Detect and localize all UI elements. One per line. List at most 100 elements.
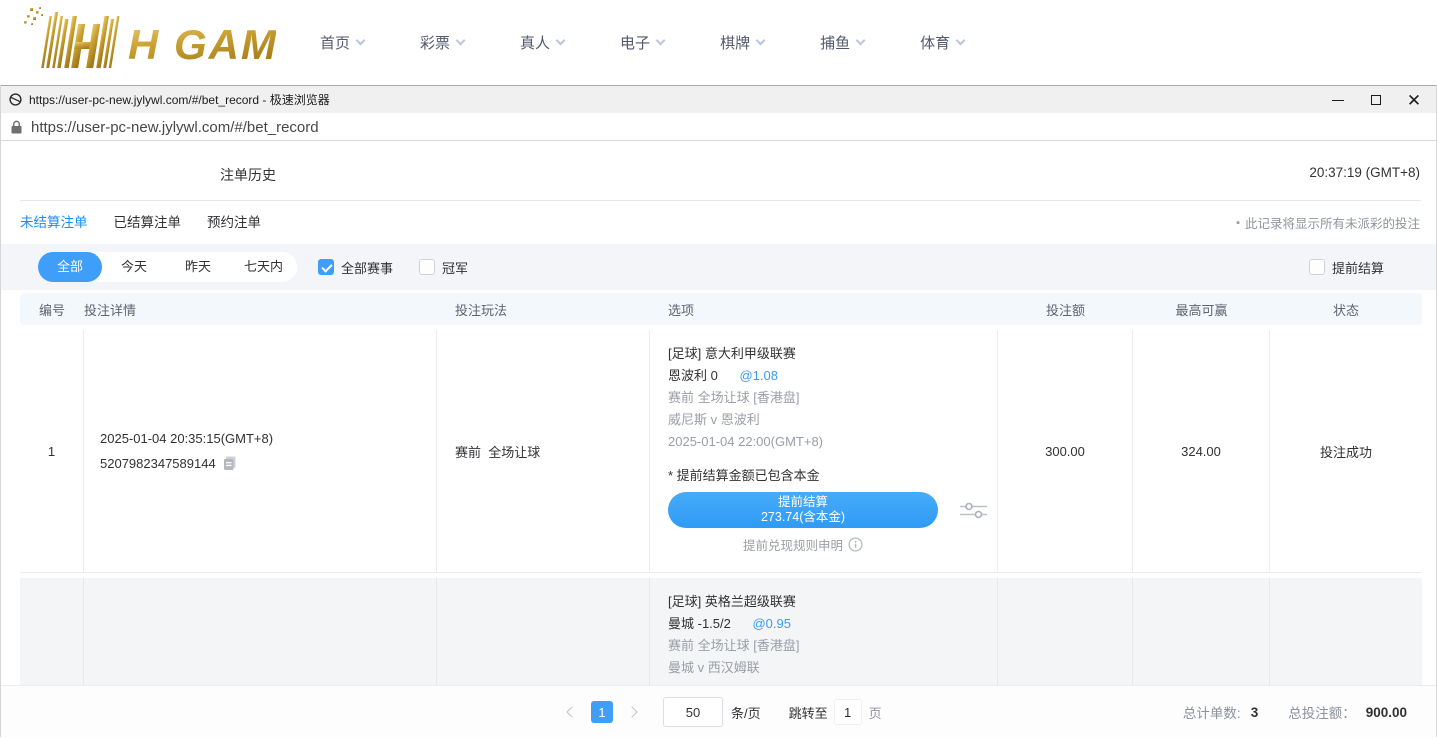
total-count-value: 3 xyxy=(1251,705,1259,720)
window-controls: ✕ xyxy=(1319,86,1433,114)
nav-item-live[interactable]: 真人 xyxy=(520,32,564,53)
nav-item-lottery[interactable]: 彩票 xyxy=(420,32,464,53)
early-settle-filter: 提前结算 xyxy=(1309,244,1384,290)
minimize-icon xyxy=(1332,100,1344,101)
total-amount-value: 900.00 xyxy=(1366,705,1407,720)
cashout-note: * 提前结算金额已包含本金 xyxy=(668,465,997,487)
chevron-down-icon xyxy=(556,35,566,45)
date-filter-seven-days[interactable]: 七天内 xyxy=(230,252,297,282)
minimize-button[interactable] xyxy=(1319,86,1357,114)
info-icon xyxy=(848,537,863,552)
match-teams: 威尼斯 v 恩波利 xyxy=(668,409,997,431)
jump-to-label: 跳转至 xyxy=(789,703,828,722)
checkbox-unchecked-icon xyxy=(1309,259,1325,275)
max-win-value: 324.00 xyxy=(1181,444,1221,459)
chevron-down-icon xyxy=(756,35,766,45)
champion-checkbox[interactable]: 冠军 xyxy=(419,258,468,277)
globe-icon xyxy=(9,93,22,106)
maximize-icon xyxy=(1371,95,1381,105)
date-filter-all[interactable]: 全部 xyxy=(38,252,102,282)
status-badge: 投注成功 xyxy=(1320,442,1372,461)
col-header-maxwin: 最高可赢 xyxy=(1133,300,1270,319)
checkbox-label: 全部赛事 xyxy=(341,258,393,277)
cashout-button[interactable]: 提前结算 273.74(含本金) xyxy=(668,492,938,528)
nav-item-chess[interactable]: 棋牌 xyxy=(720,32,764,53)
nav-item-fishing[interactable]: 捕鱼 xyxy=(820,32,864,53)
jump-page-input[interactable] xyxy=(834,699,862,725)
address-url: https://user-pc-new.jylywl.com/#/bet_rec… xyxy=(31,119,319,136)
table-row: 1 2025-01-04 20:35:15(GMT+8) 52079823475… xyxy=(20,330,1422,573)
nav-label: 彩票 xyxy=(420,32,450,53)
checkbox-checked-icon xyxy=(318,259,334,275)
chevron-right-icon xyxy=(626,706,637,717)
date-filter-yesterday[interactable]: 昨天 xyxy=(166,252,230,282)
prev-page-button[interactable] xyxy=(565,701,579,723)
bet-odds: @0.95 xyxy=(752,616,791,631)
total-amount-label: 总投注额： xyxy=(1288,702,1356,722)
cashout-rule-text: 提前兑现规则申明 xyxy=(743,535,843,554)
nav-item-sports[interactable]: 体育 xyxy=(920,32,964,53)
match-time: 2025-01-04 22:00(GMT+8) xyxy=(668,431,997,453)
status-cell: 投注成功 xyxy=(1270,330,1422,572)
totals-summary: 总计单数: 3 总投注额： 900.00 xyxy=(1183,686,1407,738)
row-number xyxy=(20,578,84,685)
record-tabs: 未结算注单 已结算注单 预约注单 xyxy=(20,211,261,231)
cashout-button-amount: 273.74(含本金) xyxy=(668,510,938,525)
market-type: 赛前 全场让球 [香港盘] xyxy=(668,387,997,409)
close-button[interactable]: ✕ xyxy=(1395,86,1433,114)
checkbox-unchecked-icon xyxy=(419,259,435,275)
server-clock: 20:37:19 (GMT+8) xyxy=(1309,165,1420,180)
sliders-icon[interactable] xyxy=(960,501,987,520)
bet-amount-cell: 300.00 xyxy=(998,330,1133,572)
nav-item-home[interactable]: 首页 xyxy=(320,32,364,53)
copy-icon[interactable] xyxy=(222,455,238,471)
play-type-value: 赛前 全场让球 xyxy=(455,442,649,461)
all-events-checkbox[interactable]: 全部赛事 xyxy=(318,258,393,277)
bet-record-page: 注单历史 20:37:19 (GMT+8) 未结算注单 已结算注单 预约注单 ▪… xyxy=(0,142,1437,685)
cashout-rule-link[interactable]: 提前兑现规则申明 xyxy=(668,535,938,554)
window-title: https://user-pc-new.jylywl.com/#/bet_rec… xyxy=(29,91,330,108)
match-teams: 曼城 v 西汉姆联 xyxy=(668,657,997,679)
next-page-button[interactable] xyxy=(625,701,639,723)
record-note: ▪ 此记录将显示所有未派彩的投注 xyxy=(1236,213,1420,232)
row-number: 1 xyxy=(20,330,84,572)
pagination: 1 条/页 跳转至 页 xyxy=(565,686,882,738)
max-win-cell xyxy=(1133,578,1270,685)
play-type-cell: 赛前 全场让球 xyxy=(437,330,650,572)
bullet-icon: ▪ xyxy=(1236,217,1240,229)
site-logo[interactable]: H GAME xyxy=(6,6,276,79)
filter-strip: 全部 今天 昨天 七天内 全部赛事 冠军 提前结算 xyxy=(0,244,1437,290)
nav-item-slots[interactable]: 电子 xyxy=(620,32,664,53)
option-cell: [足球] 英格兰超级联赛 曼城 -1.5/2 @0.95 赛前 全场让球 [香港… xyxy=(650,578,998,685)
header-divider xyxy=(20,200,1421,201)
date-filter-group: 全部 今天 昨天 七天内 xyxy=(38,252,297,282)
page-size-input[interactable] xyxy=(663,697,723,727)
bet-amount-cell xyxy=(998,578,1133,685)
tab-unsettled[interactable]: 未结算注单 xyxy=(20,211,88,231)
total-count-label: 总计单数: xyxy=(1183,702,1241,722)
col-header-status: 状态 xyxy=(1270,300,1422,319)
maximize-button[interactable] xyxy=(1357,86,1395,114)
market-type: 赛前 全场让球 [香港盘] xyxy=(668,635,997,657)
close-icon: ✕ xyxy=(1407,92,1421,109)
col-header-amount: 投注额 xyxy=(998,300,1133,319)
max-win-cell: 324.00 xyxy=(1133,330,1270,572)
svg-text:H GAME: H GAME xyxy=(128,21,276,68)
option-cell: [足球] 意大利甲级联赛 恩波利 0 @1.08 赛前 全场让球 [香港盘] 威… xyxy=(650,330,998,572)
col-header-option: 选项 xyxy=(650,300,998,319)
nav-label: 电子 xyxy=(620,32,650,53)
current-page-button[interactable]: 1 xyxy=(591,701,613,723)
col-header-playtype: 投注玩法 xyxy=(437,300,650,319)
checkbox-label: 提前结算 xyxy=(1332,258,1384,277)
league-name: [足球] 英格兰超级联赛 xyxy=(668,591,997,613)
chevron-down-icon xyxy=(656,35,666,45)
main-nav: 首页 彩票 真人 电子 棋牌 捕鱼 xyxy=(320,0,964,84)
tab-settled[interactable]: 已结算注单 xyxy=(114,211,182,231)
checkbox-label: 冠军 xyxy=(442,258,468,277)
tab-reserved[interactable]: 预约注单 xyxy=(207,211,261,231)
h-game-logo-icon: H GAME xyxy=(6,6,276,74)
browser-address-bar[interactable]: https://user-pc-new.jylywl.com/#/bet_rec… xyxy=(0,114,1437,141)
date-filter-today[interactable]: 今天 xyxy=(102,252,166,282)
early-settle-checkbox[interactable]: 提前结算 xyxy=(1309,258,1384,277)
chevron-down-icon xyxy=(356,35,366,45)
